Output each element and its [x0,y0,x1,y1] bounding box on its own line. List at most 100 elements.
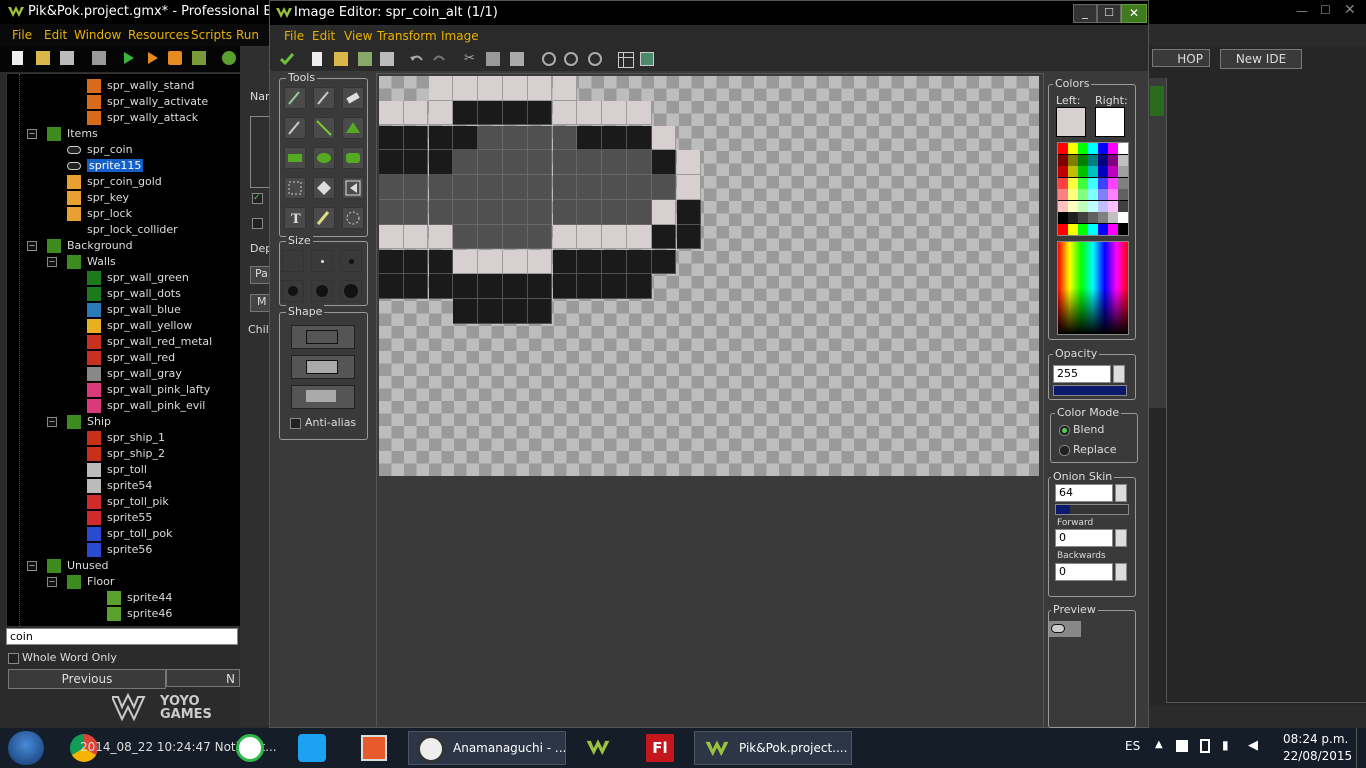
palette-swatch[interactable] [1088,223,1098,235]
palette-swatch[interactable] [1098,143,1108,154]
rectangle-tool-icon[interactable] [284,147,306,169]
main-maximize-button[interactable]: ☐ [1320,3,1331,17]
palette-swatch[interactable] [1118,166,1128,177]
taskbar-gamemaker-project[interactable]: Pik&Pok.project.... [694,731,852,765]
palette-swatch[interactable] [1068,200,1078,212]
palette-swatch[interactable] [1108,177,1118,189]
palette-swatch[interactable] [1118,212,1128,223]
save-image-icon[interactable] [380,52,394,66]
palette-swatch[interactable] [1098,223,1108,235]
size-2-option[interactable] [311,250,333,272]
opacity-input[interactable]: 255 [1053,365,1111,383]
text-tool-icon[interactable]: T [284,207,306,229]
ie-menu-transform[interactable]: Transform [377,29,437,43]
blend-radio[interactable] [1059,425,1070,436]
palette-swatch[interactable] [1068,212,1078,223]
anti-alias-checkbox[interactable] [290,418,301,429]
palette-swatch[interactable] [1058,189,1068,200]
palette-swatch[interactable] [1088,177,1098,189]
volume-icon[interactable]: ◀ [1248,738,1258,753]
sprite-add-icon[interactable] [222,51,236,65]
palette-swatch[interactable] [1068,223,1078,235]
palette-swatch[interactable] [1058,166,1068,177]
tab-move[interactable] [1150,86,1164,116]
zoom-out-icon[interactable] [542,52,556,66]
tree-collapse-toggle[interactable]: − [47,417,57,427]
export-icon[interactable] [92,51,106,65]
palette-swatch[interactable] [1058,143,1068,154]
zoom-reset-icon[interactable] [564,52,578,66]
tree-collapse-toggle[interactable]: − [47,257,57,267]
shape-filled-option[interactable] [291,385,355,409]
clock-date[interactable]: 22/08/2015 [1283,749,1352,763]
palette-swatch[interactable] [1068,189,1078,200]
opacity-slider[interactable] [1053,385,1127,396]
select-region-tool-icon[interactable] [342,177,364,199]
main-close-button[interactable]: ✕ [1344,2,1356,18]
open-icon[interactable] [36,51,50,65]
clock-time[interactable]: 08:24 p.m. [1283,732,1348,746]
palette-swatch[interactable] [1108,200,1118,212]
line-tool-icon[interactable] [313,117,335,139]
color-spectrum[interactable] [1057,241,1129,335]
menu-scripts[interactable]: Scripts [191,28,232,42]
palette-swatch[interactable] [1118,154,1128,166]
eraser-tool-icon[interactable] [342,87,364,109]
taskbar-chrome[interactable]: 2014_08_22 10:24:47 Notificat... [60,731,277,765]
ie-menu-view[interactable]: View [344,29,372,43]
palette-swatch[interactable] [1088,212,1098,223]
left-color-swatch[interactable] [1056,107,1086,137]
backwards-input[interactable]: 0 [1055,563,1113,581]
fill-tool-icon[interactable] [313,207,335,229]
taskbar-bookmark-app[interactable] [354,731,394,765]
palette-swatch[interactable] [1108,189,1118,200]
import-icon[interactable] [358,52,372,66]
palette-swatch[interactable] [1058,154,1068,166]
magic-wand-tool-icon[interactable] [313,177,335,199]
new-icon[interactable] [12,51,23,65]
tree-collapse-toggle[interactable]: − [47,577,57,587]
palette-swatch[interactable] [1088,200,1098,212]
whole-word-checkbox-row[interactable]: Whole Word Only [6,650,240,666]
palette-swatch[interactable] [1088,166,1098,177]
onion-skin-spinner[interactable] [1115,484,1127,502]
palette-swatch[interactable] [1058,212,1068,223]
save-icon[interactable] [60,51,74,65]
ellipse-tool-icon[interactable] [313,147,335,169]
palette-swatch[interactable] [1058,200,1068,212]
confirm-check-icon[interactable] [280,52,294,66]
palette-swatch[interactable] [1058,177,1068,189]
copy-icon[interactable] [486,52,500,66]
main-minimize-button[interactable]: — [1296,4,1308,18]
debug-run-icon[interactable] [146,51,160,65]
palette-swatch[interactable] [1108,212,1118,223]
palette-swatch[interactable] [1098,177,1108,189]
palette-swatch[interactable] [1088,154,1098,166]
select-rect-tool-icon[interactable] [284,177,306,199]
palette-swatch[interactable] [1068,166,1078,177]
palette-swatch[interactable] [1088,189,1098,200]
show-hidden-icons-icon[interactable]: ▲ [1155,739,1163,750]
drawing-canvas[interactable] [379,76,1039,476]
palette-swatch[interactable] [1058,223,1068,235]
palette-swatch[interactable] [1098,154,1108,166]
onion-skin-slider[interactable] [1055,504,1129,515]
palette-swatch[interactable] [1098,200,1108,212]
next-button[interactable]: N [166,669,240,687]
menu-file[interactable]: File [12,28,32,42]
option-checkbox[interactable]: ✓ [252,193,263,204]
battery-icon[interactable] [1200,739,1210,753]
palette-swatch[interactable] [1078,200,1088,212]
forward-input[interactable]: 0 [1055,529,1113,547]
size-4-option[interactable] [282,280,304,302]
palette-swatch[interactable] [1108,223,1118,235]
run-icon[interactable] [122,51,136,65]
polygon-tool-icon[interactable] [342,117,364,139]
taskbar-gamemaker[interactable] [578,731,618,765]
onion-skin-input[interactable]: 64 [1055,484,1113,502]
close-button[interactable]: ✕ [1121,4,1147,23]
palette-swatch[interactable] [1078,189,1088,200]
size-6-option[interactable] [340,280,362,302]
new-image-icon[interactable] [312,52,322,66]
menu-window[interactable]: Window [74,28,121,42]
